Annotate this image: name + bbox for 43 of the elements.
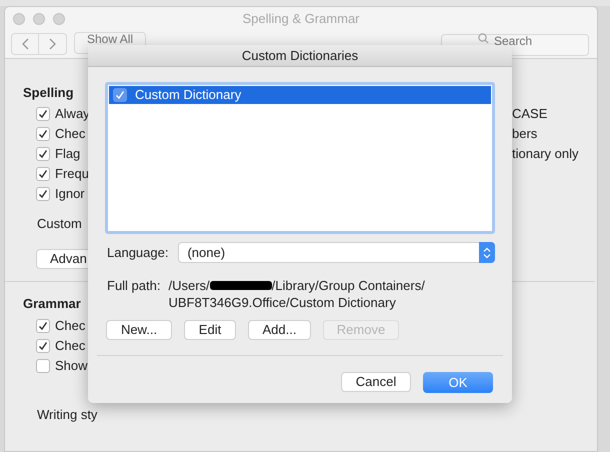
- checkbox[interactable]: [36, 359, 50, 373]
- dictionary-action-button[interactable]: Edit: [184, 320, 236, 340]
- option-label: Ignor: [55, 185, 85, 204]
- dictionary-list[interactable]: Custom Dictionary: [105, 82, 495, 234]
- option-label: Show: [55, 357, 88, 376]
- checkbox[interactable]: [36, 147, 50, 161]
- checkbox[interactable]: [113, 88, 127, 102]
- checkbox[interactable]: [36, 167, 50, 181]
- chevron-left-icon: [21, 38, 29, 50]
- option-label: CASE: [512, 106, 548, 122]
- language-label: Language:: [106, 244, 168, 262]
- writing-style-label: Writing sty: [37, 407, 98, 423]
- option-label: Chec: [55, 337, 86, 356]
- path-text: /Users/: [168, 277, 210, 294]
- custom-dictionary-label: Custom: [37, 216, 82, 232]
- section-heading: Spelling: [23, 85, 74, 101]
- section-heading: Grammar: [23, 296, 81, 312]
- dictionary-action-button[interactable]: Add...: [248, 320, 311, 340]
- option-label: bers: [512, 126, 538, 142]
- checkbox[interactable]: [36, 127, 50, 141]
- cancel-button[interactable]: Cancel: [341, 372, 411, 392]
- option-label: Chec: [55, 125, 86, 144]
- dropdown-arrows-icon: [479, 242, 495, 263]
- language-dropdown[interactable]: (none): [178, 242, 495, 263]
- option-label: Frequ: [55, 165, 89, 184]
- checkbox[interactable]: [36, 339, 50, 353]
- window-title: Spelling & Grammar: [242, 10, 360, 28]
- option-label: Alway: [55, 105, 90, 124]
- option-label: Flag: [55, 145, 80, 164]
- checkbox[interactable]: [36, 187, 50, 201]
- chevron-right-icon: [48, 38, 56, 50]
- checkbox[interactable]: [36, 319, 50, 333]
- dictionary-action-button[interactable]: New...: [106, 320, 172, 340]
- redaction-mark: [210, 281, 272, 290]
- checkbox[interactable]: [36, 107, 50, 121]
- search-icon: [478, 33, 489, 44]
- dialog-title: Custom Dictionaries: [242, 46, 358, 65]
- dictionary-row[interactable]: Custom Dictionary: [109, 86, 491, 104]
- path-text: /Library/Group Containers/: [272, 277, 425, 294]
- option-label: tionary only: [512, 146, 578, 162]
- option-label: Chec: [55, 317, 86, 336]
- path-text: UBF8T346G9.Office/Custom Dictionary: [168, 294, 397, 311]
- full-path-label: Full path:: [107, 277, 160, 295]
